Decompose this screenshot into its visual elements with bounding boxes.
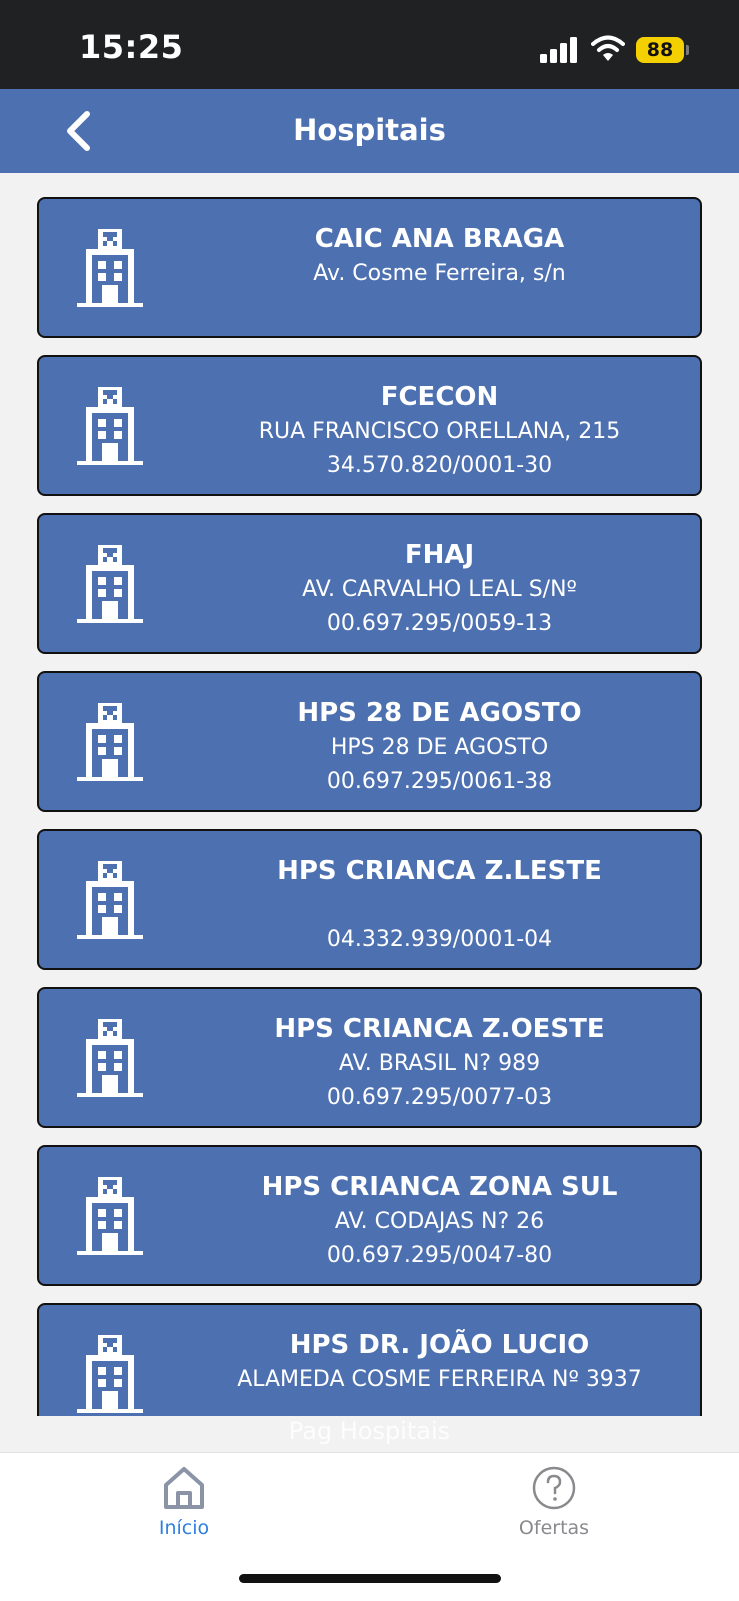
tab-inicio-label: Início [158, 1517, 210, 1539]
hospital-card[interactable]: CAIC ANA BRAGA Av. Cosme Ferreira, s/n [37, 197, 702, 338]
hospital-address: ALAMEDA COSME FERREIRA Nº 3937 [237, 1367, 642, 1392]
hospital-cnpj: 00.697.295/0047-80 [326, 1243, 553, 1268]
hospital-card[interactable]: HPS DR. JOÃO LUCIO ALAMEDA COSME FERREIR… [37, 1303, 702, 1416]
header-bar: Hospitais [0, 89, 739, 173]
hospital-name: HPS CRIANCA Z.OESTE [274, 1014, 605, 1044]
hospital-name: HPS DR. JOÃO LUCIO [289, 1330, 590, 1360]
hospital-address: RUA FRANCISCO ORELLANA, 215 [258, 419, 621, 444]
hospital-icon [77, 1335, 143, 1413]
signal-icon [540, 37, 577, 63]
hospital-cnpj: 34.570.820/0001-30 [326, 453, 553, 478]
hospital-icon [77, 1019, 143, 1097]
hospital-card[interactable]: FHAJ AV. CARVALHO LEAL S/Nº 00.697.295/0… [37, 513, 702, 654]
hospital-icon [77, 387, 143, 465]
help-circle-icon [532, 1466, 576, 1510]
hospital-cnpj: 00.697.295/0077-03 [326, 1085, 553, 1110]
hospital-list[interactable]: CAIC ANA BRAGA Av. Cosme Ferreira, s/n F… [0, 173, 739, 1416]
hospital-icon [77, 861, 143, 939]
hospital-cnpj: 00.697.295/0059-13 [326, 611, 553, 636]
hospital-name: HPS CRIANCA Z.LESTE [277, 856, 602, 886]
battery-icon: 88 [636, 37, 684, 63]
hospital-cnpj [179, 1397, 700, 1416]
hospital-card[interactable]: HPS 28 DE AGOSTO HPS 28 DE AGOSTO 00.697… [37, 671, 702, 812]
tab-inicio[interactable]: Início [104, 1465, 264, 1555]
status-time: 15:25 [79, 28, 184, 66]
page-title: Hospitais [293, 113, 446, 147]
hospital-icon [77, 1177, 143, 1255]
hospital-card[interactable]: HPS CRIANCA Z.OESTE AV. BRASIL N? 989 00… [37, 987, 702, 1128]
tab-ofertas[interactable]: Ofertas [474, 1465, 634, 1555]
watermark-text: Pag Hospitais [288, 1417, 451, 1445]
wifi-icon [591, 35, 625, 61]
hospital-name: HPS 28 DE AGOSTO [297, 698, 582, 728]
hospital-card[interactable]: HPS CRIANCA ZONA SUL AV. CODAJAS N? 26 0… [37, 1145, 702, 1286]
hospital-card[interactable]: FCECON RUA FRANCISCO ORELLANA, 215 34.57… [37, 355, 702, 496]
hospital-name: CAIC ANA BRAGA [314, 224, 565, 254]
hospital-cnpj [179, 291, 700, 325]
status-bar: 15:25 88 [0, 0, 739, 89]
hospital-icon [77, 545, 143, 623]
hospital-address: Av. Cosme Ferreira, s/n [313, 261, 566, 286]
hospital-cnpj: 04.332.939/0001-04 [326, 927, 553, 952]
hospital-address: AV. CODAJAS N? 26 [334, 1209, 545, 1234]
hospital-cnpj: 00.697.295/0061-38 [326, 769, 553, 794]
hospital-address: AV. BRASIL N? 989 [338, 1051, 541, 1076]
home-indicator[interactable] [239, 1574, 501, 1583]
hospital-icon [77, 229, 143, 307]
battery-tip [686, 45, 689, 55]
hospital-card[interactable]: HPS CRIANCA Z.LESTE 04.332.939/0001-04 [37, 829, 702, 970]
hospital-name: FCECON [380, 382, 499, 412]
hospital-address [179, 889, 700, 923]
hospital-address: AV. CARVALHO LEAL S/Nº [302, 577, 577, 602]
tab-ofertas-label: Ofertas [518, 1517, 590, 1539]
hospital-icon [77, 703, 143, 781]
hospital-name: HPS CRIANCA ZONA SUL [261, 1172, 618, 1202]
hospital-name: FHAJ [404, 540, 475, 570]
hospital-address: HPS 28 DE AGOSTO [330, 735, 549, 760]
home-icon [164, 1467, 204, 1509]
